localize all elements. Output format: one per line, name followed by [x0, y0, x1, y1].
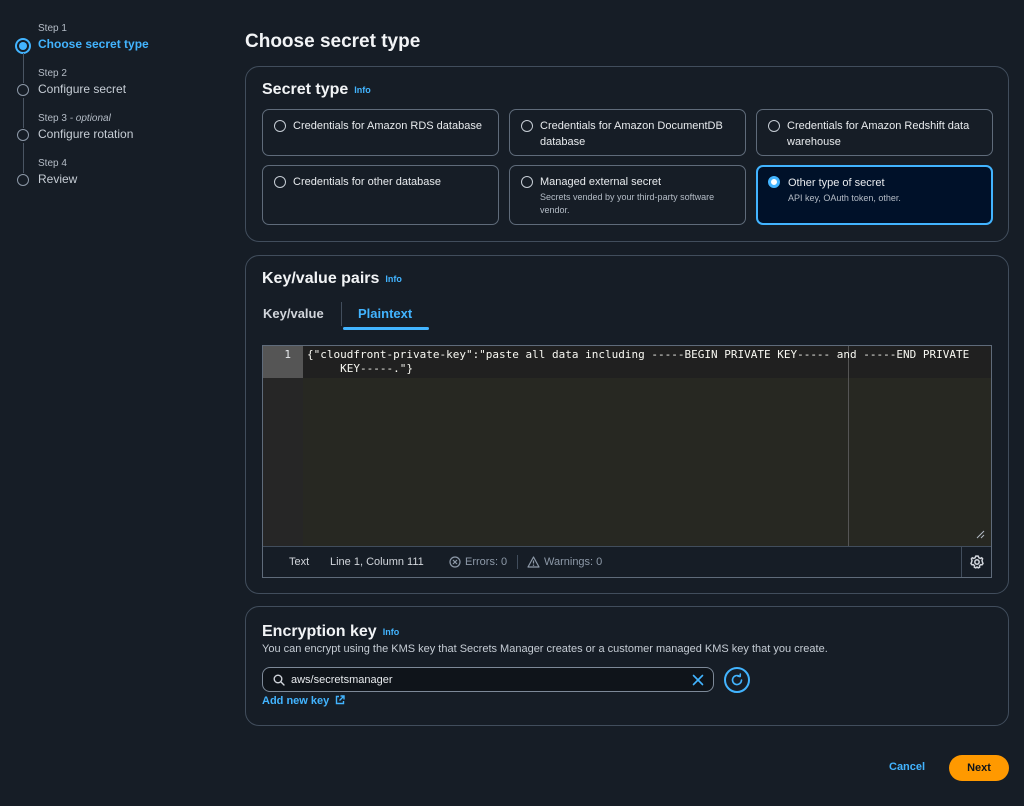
encryption-key-info-link[interactable]: Info — [383, 627, 400, 637]
status-divider — [517, 555, 518, 569]
key-value-panel: Key/value pairs Info Key/value Plaintext … — [245, 255, 1009, 594]
radio-button-selected[interactable] — [768, 176, 780, 188]
line-number: 1 — [263, 346, 303, 378]
secret-type-option-managed-external[interactable]: Managed external secret Secrets vended b… — [509, 165, 746, 225]
kms-key-input[interactable] — [291, 672, 671, 688]
option-label: Credentials for other database — [293, 176, 441, 188]
encryption-key-heading-text: Encryption key — [262, 623, 377, 640]
search-icon — [273, 674, 285, 686]
add-new-key-label: Add new key — [262, 695, 330, 707]
refresh-button[interactable] — [724, 667, 750, 693]
step-1[interactable]: Step 1 Choose secret type — [14, 20, 214, 83]
print-margin — [848, 346, 849, 546]
wizard-steps: Step 1 Choose secret type Step 2 Configu… — [14, 20, 214, 200]
editor-gutter: 1 — [263, 346, 303, 546]
clear-icon[interactable] — [692, 674, 704, 686]
key-value-heading-text: Key/value pairs — [262, 270, 380, 287]
editor-status-bar: Text Line 1, Column 111 Errors: 0 Warnin… — [263, 546, 991, 577]
key-value-heading: Key/value pairs Info — [262, 270, 402, 288]
code-editor[interactable]: 1 {"cloudfront-private-key":"paste all d… — [262, 345, 992, 578]
step-circle-icon — [17, 84, 29, 96]
step-optional-label: - optional — [66, 113, 111, 124]
option-description: API key, OAuth token, other. — [788, 193, 901, 203]
step-title[interactable]: Configure rotation — [38, 126, 214, 142]
kms-key-select[interactable] — [262, 667, 714, 692]
secret-type-info-link[interactable]: Info — [354, 85, 371, 95]
refresh-icon — [731, 673, 743, 686]
tab-key-value[interactable]: Key/value — [263, 306, 324, 321]
errors-count[interactable]: Errors: 0 — [465, 556, 507, 568]
step-active-icon — [15, 38, 31, 54]
radio-button[interactable] — [274, 120, 286, 132]
external-link-icon — [336, 695, 346, 705]
tab-plaintext[interactable]: Plaintext — [358, 306, 412, 321]
step-title[interactable]: Choose secret type — [38, 36, 214, 52]
secret-type-option-redshift[interactable]: Credentials for Amazon Redshift data war… — [756, 109, 993, 156]
radio-button[interactable] — [768, 120, 780, 132]
step-number: Step 3 - optional — [38, 110, 214, 126]
secret-type-heading-text: Secret type — [262, 81, 349, 98]
radio-button[interactable] — [521, 176, 533, 188]
editor-content[interactable]: {"cloudfront-private-key":"paste all dat… — [303, 346, 991, 546]
step-title[interactable]: Review — [38, 171, 214, 187]
editor-tabs: Key/value Plaintext — [246, 300, 1008, 332]
option-label: Credentials for Amazon RDS database — [293, 120, 482, 132]
warnings-count[interactable]: Warnings: 0 — [544, 556, 602, 568]
editor-settings-button[interactable] — [961, 547, 991, 577]
secret-type-option-other-database[interactable]: Credentials for other database — [262, 165, 499, 225]
option-label: Managed external secret — [540, 176, 662, 188]
option-label: Credentials for Amazon DocumentDB databa… — [540, 120, 723, 148]
secret-type-option-documentdb[interactable]: Credentials for Amazon DocumentDB databa… — [509, 109, 746, 156]
radio-button[interactable] — [521, 120, 533, 132]
step-circle-icon — [17, 174, 29, 186]
encryption-key-panel: Encryption key Info You can encrypt using… — [245, 606, 1009, 726]
add-new-key-link[interactable]: Add new key — [262, 695, 346, 707]
step-4[interactable]: Step 4 Review — [14, 155, 214, 200]
warning-icon — [527, 556, 540, 568]
option-description: Secrets vended by your third-party softw… — [540, 192, 715, 215]
step-3[interactable]: Step 3 - optional Configure rotation — [14, 110, 214, 173]
editor-mode: Text — [289, 556, 310, 568]
page-title: Choose secret type — [245, 31, 421, 52]
step-number: Step 1 — [38, 23, 67, 34]
step-number-text: Step 3 — [38, 113, 67, 124]
key-value-info-link[interactable]: Info — [385, 274, 402, 284]
secret-type-panel: Secret type Info Credentials for Amazon R… — [245, 66, 1009, 242]
encryption-key-heading: Encryption key Info — [262, 623, 399, 641]
radio-button[interactable] — [274, 176, 286, 188]
secret-type-heading: Secret type Info — [262, 81, 371, 99]
resize-handle-icon[interactable] — [976, 530, 985, 539]
step-number: Step 4 — [38, 158, 67, 169]
secret-type-option-rds[interactable]: Credentials for Amazon RDS database — [262, 109, 499, 156]
plaintext-code[interactable]: {"cloudfront-private-key":"paste all dat… — [307, 348, 987, 376]
option-label: Other type of secret — [788, 177, 885, 189]
cursor-position: Line 1, Column 111 — [330, 556, 424, 568]
gear-icon — [970, 555, 984, 569]
step-circle-icon — [17, 129, 29, 141]
step-title[interactable]: Configure secret — [38, 81, 214, 97]
cancel-button[interactable]: Cancel — [889, 761, 925, 773]
step-number: Step 2 — [38, 68, 67, 79]
encryption-key-description: You can encrypt using the KMS key that S… — [262, 643, 828, 655]
active-tab-indicator — [343, 327, 429, 330]
error-icon — [449, 556, 461, 568]
tab-separator — [341, 302, 342, 326]
next-button[interactable]: Next — [949, 755, 1009, 781]
secret-type-option-other-secret[interactable]: Other type of secret API key, OAuth toke… — [756, 165, 993, 225]
step-2[interactable]: Step 2 Configure secret — [14, 65, 214, 128]
option-label: Credentials for Amazon Redshift data war… — [787, 120, 970, 148]
